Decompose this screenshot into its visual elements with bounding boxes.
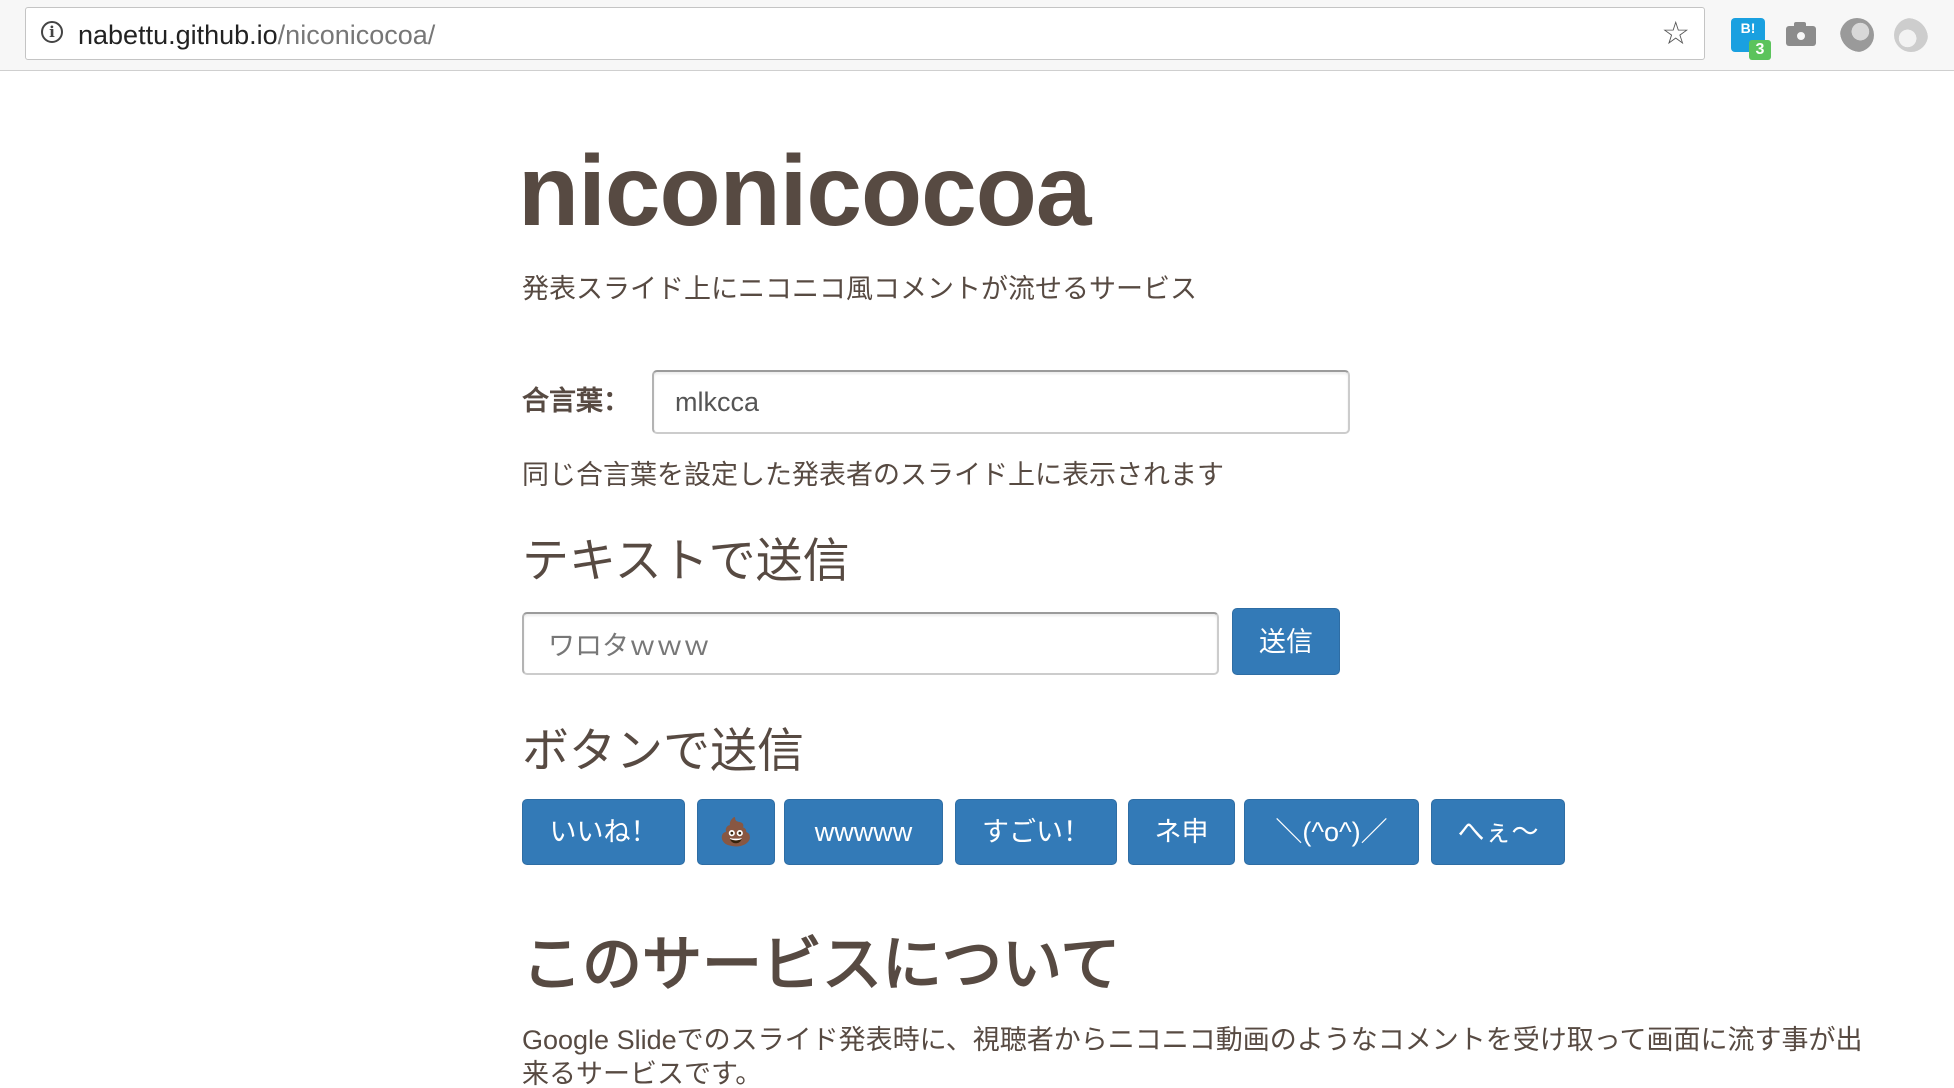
quick-button-iine[interactable]: いいね！	[522, 799, 685, 865]
site-info-icon[interactable]: i	[41, 21, 63, 43]
browser-toolbar: i nabettu.github.io/niconicocoa/ ☆ B! 3	[0, 0, 1954, 71]
url-path: /niconicocoa/	[277, 20, 436, 50]
bookmark-star-icon[interactable]: ☆	[1661, 16, 1690, 50]
camera-icon-lens	[1795, 30, 1807, 42]
camera-extension-icon[interactable]	[1784, 18, 1818, 52]
quick-button-banzai[interactable]: ＼(^o^)／	[1244, 799, 1419, 865]
quick-button-sugoi[interactable]: すごい！	[955, 799, 1117, 865]
quick-button-wwwww[interactable]: wwwww	[784, 799, 943, 865]
url-host: nabettu.github.io	[78, 20, 278, 50]
page-subtitle: 発表スライド上にニコニコ風コメントが流せるサービス	[522, 274, 1197, 304]
comment-text-input[interactable]	[522, 612, 1219, 675]
extension-count-badge: 3	[1749, 40, 1771, 60]
keyword-input[interactable]	[652, 370, 1350, 434]
hatena-label: B!	[1740, 20, 1756, 36]
quick-button-hee[interactable]: へぇ〜	[1431, 799, 1565, 865]
quick-button-kami[interactable]: ネ申	[1128, 799, 1235, 865]
hatena-bookmark-extension-icon[interactable]: B! 3	[1731, 18, 1771, 60]
button-send-heading: ボタンで送信	[522, 724, 804, 777]
text-send-heading: テキストで送信	[522, 534, 850, 587]
send-button[interactable]: 送信	[1232, 608, 1340, 675]
quick-button-poop[interactable]: 💩	[697, 799, 775, 865]
keyword-help-text: 同じ合言葉を設定した発表者のスライド上に表示されます	[522, 460, 1224, 490]
swirl-light-extension-icon[interactable]	[1894, 18, 1928, 52]
address-bar[interactable]: i nabettu.github.io/niconicocoa/ ☆	[25, 7, 1705, 60]
about-text: Google Slideでのスライド発表時に、視聴者からニコニコ動画のようなコメ…	[522, 1025, 1863, 1088]
about-heading: このサービスについて	[522, 931, 1121, 998]
url-text[interactable]: nabettu.github.io/niconicocoa/	[78, 20, 435, 50]
keyword-label: 合言葉：	[522, 386, 630, 416]
browser-window: i nabettu.github.io/niconicocoa/ ☆ B! 3 …	[0, 0, 1954, 1088]
page-title: niconicocoa	[518, 135, 1091, 247]
swirl-extension-icon[interactable]	[1840, 18, 1874, 52]
